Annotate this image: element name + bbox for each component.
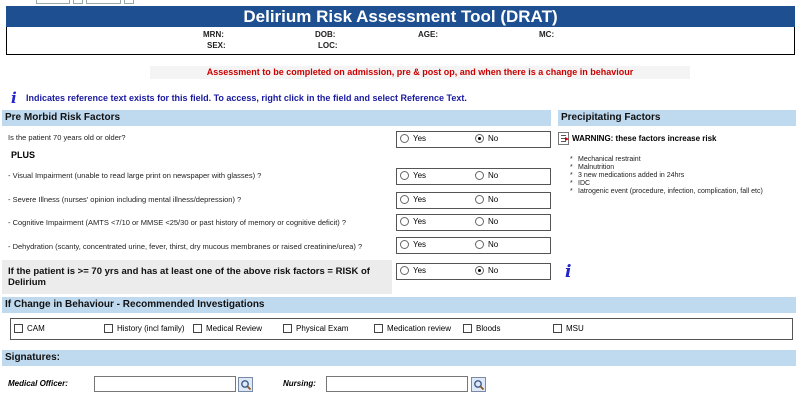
radio-yes[interactable] [400, 266, 409, 275]
checkbox[interactable] [463, 324, 472, 333]
answer-visual-impairment: Yes No [396, 168, 551, 185]
question-severe-illness: - Severe Illness (nurses' opinion includ… [8, 195, 242, 204]
answer-severe-illness: Yes No [396, 192, 551, 209]
option-no[interactable]: No [475, 134, 498, 143]
list-item: * IDC [570, 180, 591, 187]
answer-risk-of-delirium: Yes No [396, 263, 551, 280]
question-visual-impairment: - Visual Impairment (unable to read larg… [8, 171, 262, 180]
checkbox-medical-review[interactable]: Medical Review [193, 324, 262, 333]
assessment-notice: Assessment to be completed on admission,… [150, 66, 690, 79]
reference-info-icon: i [11, 89, 17, 107]
option-yes[interactable]: Yes [400, 266, 426, 275]
question-cognitive-impairment: - Cognitive Impairment (AMTS <7/10 or MM… [8, 218, 347, 227]
answer-dehydration: Yes No [396, 237, 551, 254]
answer-cognitive-impairment: Yes No [396, 214, 551, 231]
option-no[interactable]: No [475, 171, 498, 180]
radio-no[interactable] [475, 195, 484, 204]
radio-yes[interactable] [400, 171, 409, 180]
checkbox[interactable] [104, 324, 113, 333]
pre-morbid-section-header: Pre Morbid Risk Factors [2, 110, 551, 126]
precipitating-list: * Mechanical restraint * Malnutrition * 3 n… [570, 156, 798, 196]
dob-label: DOB: [315, 30, 336, 39]
investigations-checkbox-group: CAM History (incl family) Medical Review… [10, 318, 793, 340]
option-yes[interactable]: Yes [400, 134, 426, 143]
radio-yes[interactable] [400, 217, 409, 226]
checkbox-physical-exam[interactable]: Physical Exam [283, 324, 348, 333]
toolbar-button[interactable] [73, 0, 83, 4]
medical-officer-lookup-button[interactable] [238, 377, 253, 392]
toolbar-field[interactable] [36, 0, 70, 4]
page-title: Delirium Risk Assessment Tool (DRAT) [6, 6, 795, 27]
loc-label: LOC: [318, 41, 338, 50]
checkbox-medication-review[interactable]: Medication review [374, 324, 451, 333]
option-no[interactable]: No [475, 266, 498, 275]
nursing-label: Nursing: [283, 379, 316, 388]
question-dehydration: - Dehydration (scanty, concentrated urin… [8, 242, 363, 251]
checkbox-history[interactable]: History (incl family) [104, 324, 185, 333]
radio-no[interactable] [475, 171, 484, 180]
checkbox-cam[interactable]: CAM [14, 324, 45, 333]
risk-question-text: If the patient is >= 70 yrs and has at l… [8, 266, 370, 288]
checkbox-bloods[interactable]: Bloods [463, 324, 500, 333]
checkbox[interactable] [374, 324, 383, 333]
search-icon [241, 380, 252, 391]
patient-header: MRN: DOB: AGE: MC: SEX: LOC: [6, 27, 795, 55]
checkbox[interactable] [553, 324, 562, 333]
radio-no[interactable] [475, 240, 484, 249]
option-no[interactable]: No [475, 217, 498, 226]
radio-yes[interactable] [400, 195, 409, 204]
list-item: * 3 new medications added in 24hrs [570, 172, 685, 179]
toolbar-button[interactable] [124, 0, 134, 4]
warning-doc-icon[interactable] [558, 132, 569, 145]
precipitating-section-header: Precipitating Factors [558, 110, 796, 126]
precipitating-warning-row: WARNING: these factors increase risk [558, 131, 796, 147]
nursing-lookup-button[interactable] [471, 377, 486, 392]
radio-yes[interactable] [400, 134, 409, 143]
sex-label: SEX: [207, 41, 226, 50]
checkbox[interactable] [193, 324, 202, 333]
reference-info-icon[interactable]: i [565, 262, 571, 282]
option-no[interactable]: No [475, 240, 498, 249]
toolbar-field[interactable] [86, 0, 121, 4]
medical-officer-label: Medical Officer: [8, 379, 68, 388]
option-yes[interactable]: Yes [400, 195, 426, 204]
warning-doc-icon-glyph [561, 135, 569, 142]
list-item: * Mechanical restraint [570, 156, 641, 163]
option-yes[interactable]: Yes [400, 171, 426, 180]
checkbox[interactable] [14, 324, 23, 333]
option-no[interactable]: No [475, 195, 498, 204]
option-yes[interactable]: Yes [400, 217, 426, 226]
plus-label: PLUS [11, 150, 36, 160]
mc-label: MC: [539, 30, 555, 39]
signatures-section-header: Signatures: [2, 350, 796, 366]
checkbox[interactable] [283, 324, 292, 333]
list-item: * Iatrogenic event (procedure, infection,… [570, 188, 763, 195]
checkbox-msu[interactable]: MSU [553, 324, 584, 333]
age-label: AGE: [418, 30, 438, 39]
question-age-70: Is the patient 70 years old or older? [8, 133, 126, 142]
option-yes[interactable]: Yes [400, 240, 426, 249]
top-toolbar-strip [0, 0, 802, 5]
answer-age-70: Yes No [396, 131, 551, 148]
nursing-field[interactable] [326, 376, 468, 392]
radio-no-selected[interactable] [475, 134, 484, 143]
radio-yes[interactable] [400, 240, 409, 249]
list-item: * Malnutrition [570, 164, 615, 171]
investigations-section-header: If Change in Behaviour - Recommended Inv… [2, 297, 796, 313]
mrn-label: MRN: [203, 30, 224, 39]
medical-officer-field[interactable] [94, 376, 236, 392]
radio-no-selected[interactable] [475, 266, 484, 275]
radio-no[interactable] [475, 217, 484, 226]
reference-note-text: Indicates reference text exists for this… [26, 93, 467, 103]
search-icon [474, 380, 485, 391]
warning-text: WARNING: these factors increase risk [572, 134, 717, 143]
